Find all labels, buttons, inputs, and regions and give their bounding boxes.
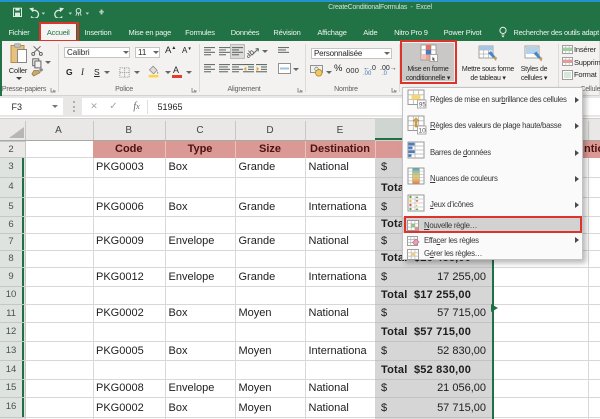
svg-text:10: 10 xyxy=(419,127,427,134)
svg-text:95: 95 xyxy=(419,103,426,109)
